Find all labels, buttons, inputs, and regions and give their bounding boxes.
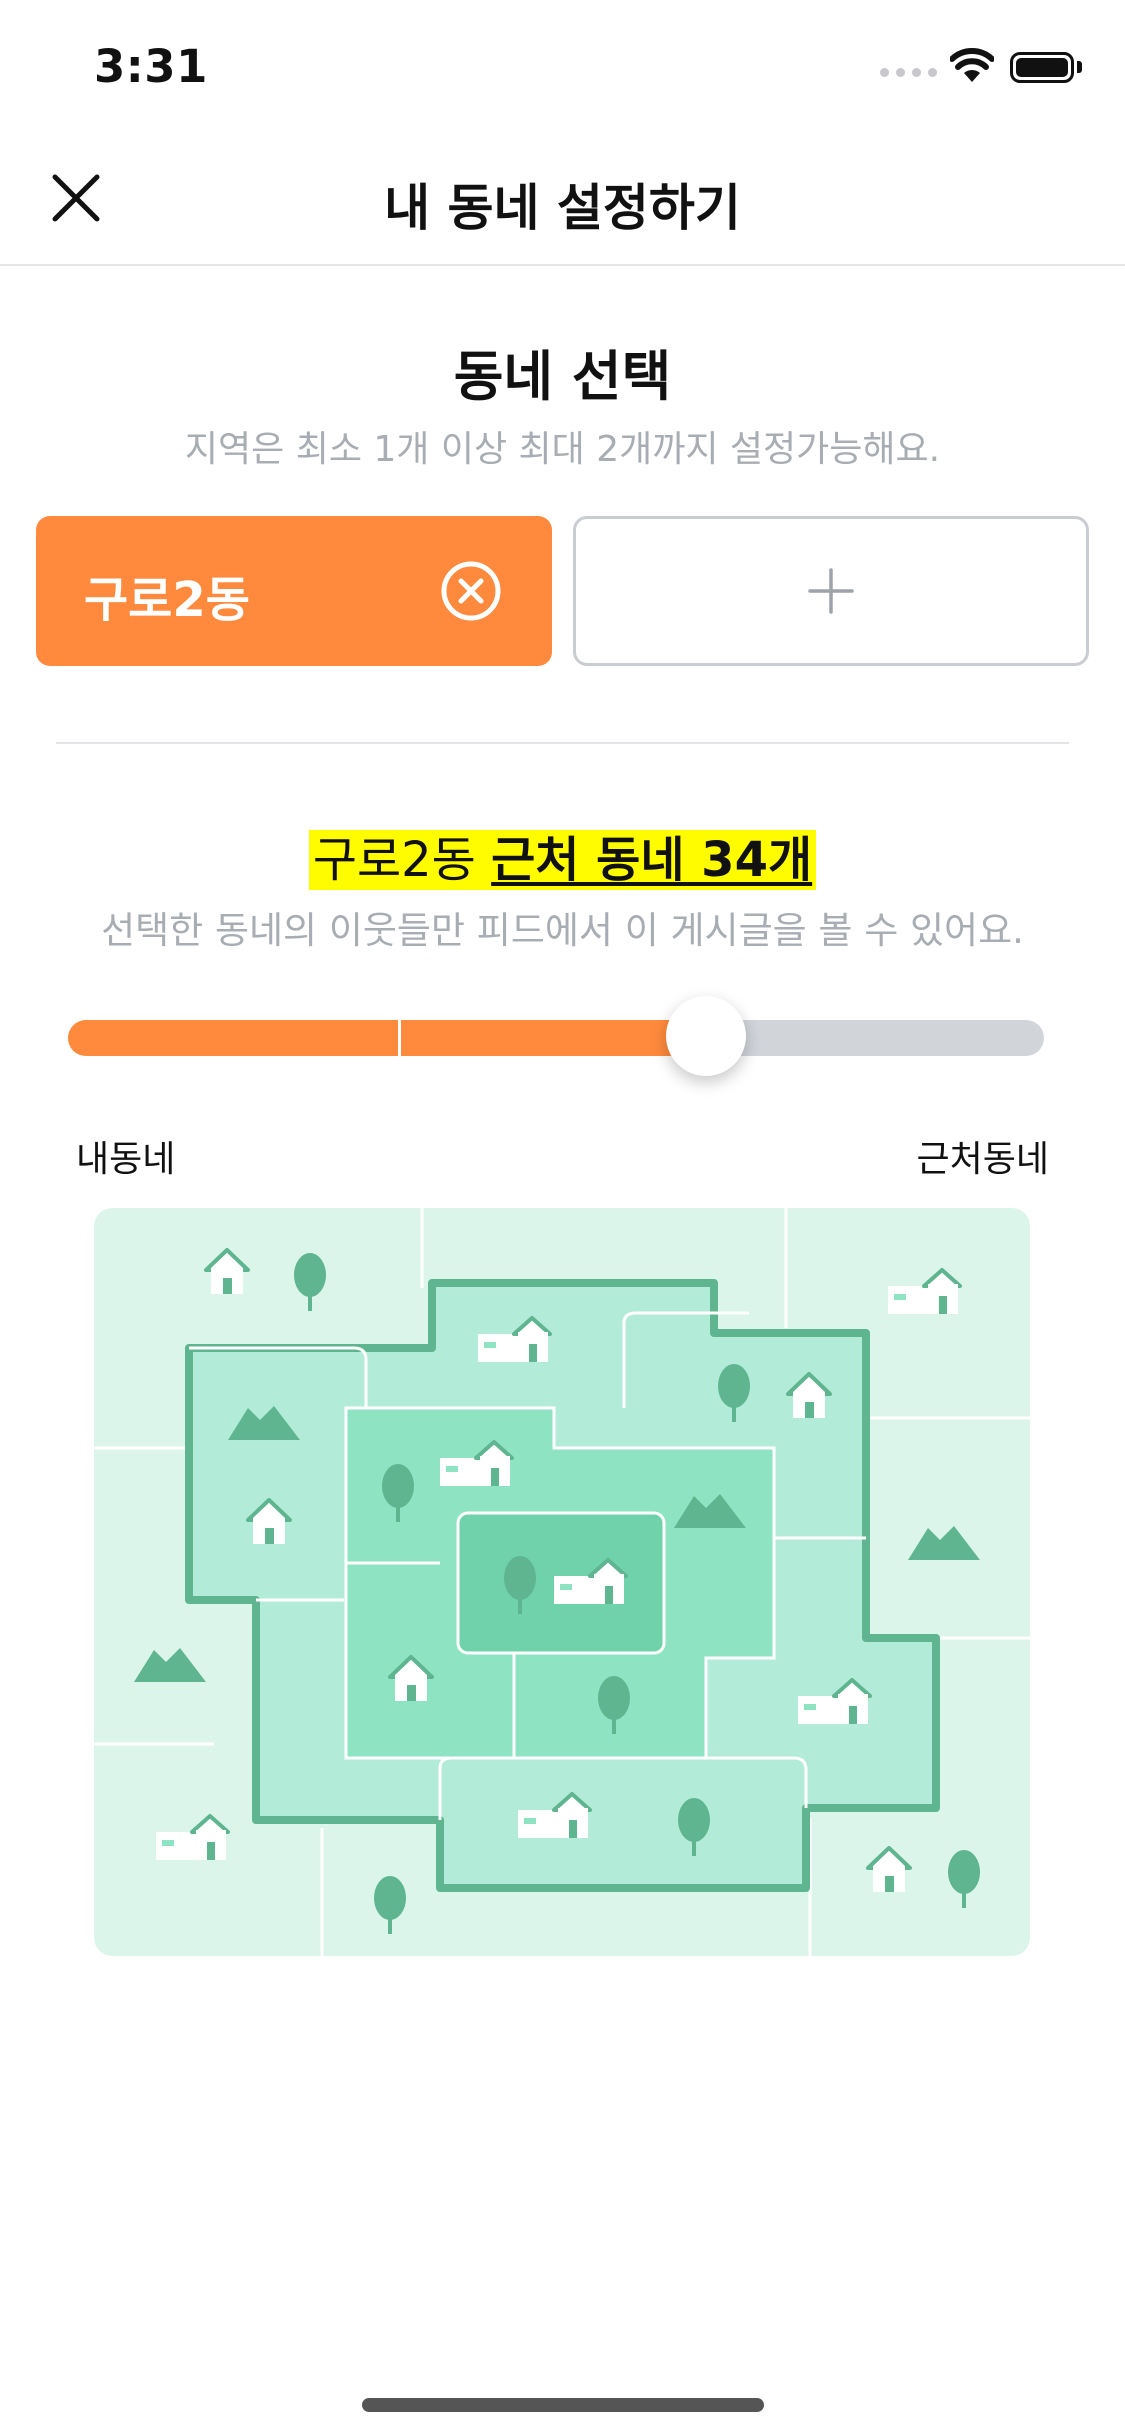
cellular-signal-icon [880,68,937,77]
add-neighborhood-button[interactable] [573,516,1089,666]
section-subtitle: 지역은 최소 1개 이상 최대 2개까지 설정가능해요. [184,429,941,470]
selected-neighborhood-label: 구로2동 [84,572,250,628]
range-heading-count: 근처 동네 34개 [491,832,813,888]
range-slider-step-marker [398,1020,401,1056]
home-indicator [362,2398,764,2412]
range-min-label: 내동네 [76,1139,176,1180]
neighborhood-map-illustration [94,1208,1030,1956]
page-title: 내 동네 설정하기 [384,179,741,237]
navbar-divider [0,264,1125,266]
range-slider-fill [68,1020,707,1056]
plus-icon [808,568,854,614]
battery-icon [1010,52,1074,83]
remove-neighborhood-button[interactable] [440,560,502,622]
range-max-label: 근처동네 [916,1139,1049,1180]
battery-cap [1077,61,1082,73]
range-subtitle: 선택한 동네의 이웃들만 피드에서 이 게시글을 볼 수 있어요. [101,909,1024,952]
section-title: 동네 선택 [453,345,672,408]
range-slider-track[interactable] [68,1020,1044,1056]
section-divider [56,742,1069,744]
range-heading-prefix: 구로2동 [312,832,476,888]
selected-neighborhood-chip[interactable]: 구로2동 [36,516,552,666]
remove-circle-icon [441,561,501,621]
wifi-icon [949,48,995,88]
range-heading: 구로2동 근처 동네 34개 [0,820,1125,890]
status-time: 3:31 [94,40,208,93]
range-slider-thumb[interactable] [666,996,747,1076]
